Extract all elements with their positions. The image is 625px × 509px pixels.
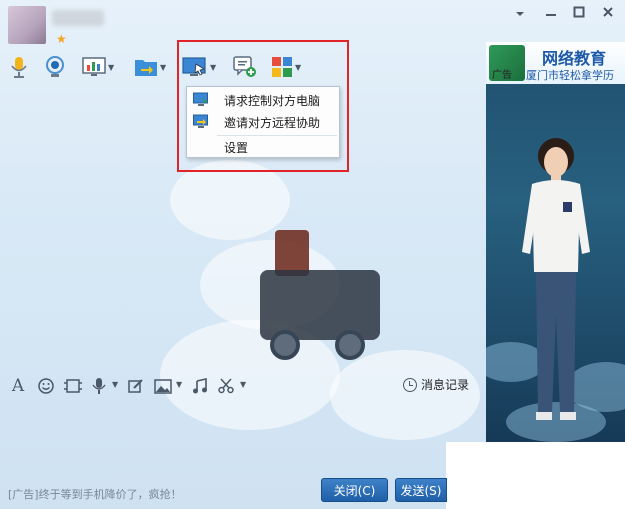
voice-message-button[interactable] <box>89 376 109 396</box>
image-icon <box>154 378 172 394</box>
menu-item-label: 设置 <box>224 141 249 155</box>
bottom-ad-link[interactable]: [广告]终于等到手机降价了，疯抢！ <box>8 486 182 502</box>
dropdown-arrow-icon: ▼ <box>108 62 115 72</box>
microphone-icon <box>11 57 27 78</box>
camera-icon <box>46 56 64 77</box>
maximize-button[interactable] <box>569 6 589 24</box>
menu-item-label: 请求控制对方电脑 <box>224 94 321 108</box>
star-icon: ★ <box>56 32 67 46</box>
edit-button[interactable] <box>126 376 146 396</box>
close-icon <box>603 7 613 17</box>
menu-item-settings[interactable]: 设置 <box>187 136 339 158</box>
ad-subtitle: 厦门市轻松拿学历 <box>526 69 614 82</box>
screenshot-button[interactable] <box>63 376 83 396</box>
chat-window: ★ ▼ ▼ ▼ ▼ 广告 网络教育 厦门市轻松拿学历 A ▼ ▼ ▼ 消息记录 … <box>0 0 625 509</box>
blank-area <box>446 442 625 509</box>
remote-request-icon <box>193 92 208 106</box>
chevron-down-icon[interactable]: ▼ <box>176 380 182 389</box>
message-history-label: 消息记录 <box>421 378 470 392</box>
emoji-icon <box>38 378 54 394</box>
ad-person-image <box>522 138 590 420</box>
menu-item-label: 邀请对方远程协助 <box>224 116 321 130</box>
voice-message-icon <box>92 378 106 394</box>
menu-arrow-button[interactable] <box>510 6 530 24</box>
nickname-blurred <box>52 10 104 26</box>
menu-item-invite-assist[interactable]: 邀请对方远程协助 <box>187 111 339 133</box>
font-icon[interactable]: A <box>8 376 28 396</box>
ad-panel[interactable]: 广告 网络教育 厦门市轻松拿学历 <box>486 42 625 442</box>
chevron-down-icon[interactable]: ▼ <box>112 380 118 389</box>
music-button[interactable] <box>190 376 210 396</box>
remote-invite-icon <box>193 114 208 128</box>
minimize-icon <box>546 14 556 16</box>
video-call-button[interactable] <box>44 54 66 80</box>
clock-icon <box>403 377 417 392</box>
minimize-button[interactable] <box>541 6 561 24</box>
menu-item-request-control[interactable]: 请求控制对方电脑 <box>187 89 339 111</box>
image-button[interactable] <box>153 376 173 396</box>
dropdown-arrow-icon: ▼ <box>160 62 167 72</box>
music-icon <box>193 378 207 394</box>
chevron-down-icon <box>516 12 524 16</box>
message-history-button[interactable]: 消息记录 <box>403 376 469 393</box>
screenshot-icon <box>64 379 82 393</box>
ad-header: 广告 网络教育 厦门市轻松拿学历 <box>486 42 625 84</box>
chevron-down-icon[interactable]: ▼ <box>240 380 246 389</box>
folder-arrow-icon <box>135 60 157 76</box>
maximize-icon <box>573 6 585 18</box>
ad-label: 广告 <box>492 70 512 81</box>
close-chat-button[interactable]: 关闭(C) <box>321 478 388 502</box>
send-button[interactable]: 发送(S) <box>395 478 447 502</box>
remote-assist-menu: 请求控制对方电脑 邀请对方远程协助 设置 <box>186 86 340 158</box>
scissors-icon <box>218 378 234 394</box>
avatar[interactable] <box>8 6 46 44</box>
edit-icon <box>128 379 143 393</box>
voice-call-button[interactable] <box>10 54 28 80</box>
close-button[interactable] <box>598 6 618 24</box>
send-file-button[interactable]: ▼ <box>134 54 166 80</box>
monitor-chart-icon <box>82 57 106 76</box>
scissors-button[interactable] <box>216 376 236 396</box>
ad-title: 网络教育 <box>542 49 607 68</box>
emoji-button[interactable] <box>36 376 56 396</box>
screen-share-button[interactable]: ▼ <box>82 54 114 80</box>
